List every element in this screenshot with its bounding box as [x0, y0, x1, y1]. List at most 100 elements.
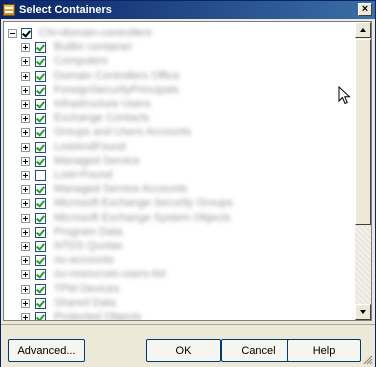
vertical-scrollbar[interactable]: [355, 22, 371, 320]
container-label: ou-resources-users-list: [54, 268, 166, 281]
scroll-up-icon: [360, 28, 366, 32]
close-button[interactable]: ×: [358, 3, 372, 16]
tree-node[interactable]: Groups and Users Accounts: [4, 126, 356, 139]
container-checkbox[interactable]: [35, 226, 46, 238]
expand-icon[interactable]: [21, 242, 30, 251]
container-label: ForeignSecurityPrincipals: [54, 83, 179, 96]
scroll-up-button[interactable]: [355, 22, 371, 38]
container-checkbox[interactable]: [35, 297, 46, 309]
scroll-down-button[interactable]: [355, 304, 371, 320]
container-label: LostAndFound: [54, 140, 126, 153]
expand-icon[interactable]: [21, 298, 30, 308]
container-label: Program Data: [54, 225, 123, 238]
expand-icon[interactable]: [21, 199, 30, 209]
container-label: Managed Service: [54, 154, 140, 167]
container-checkbox[interactable]: [35, 141, 46, 153]
container-label: Lost+Found: [54, 169, 113, 181]
tree-node[interactable]: ou-resources-users-list: [4, 268, 356, 281]
container-checkbox[interactable]: [35, 155, 46, 167]
container-checkbox[interactable]: [35, 269, 46, 281]
expand-icon[interactable]: [21, 57, 30, 67]
advanced-button[interactable]: Advanced...: [8, 339, 85, 362]
container-checkbox[interactable]: [35, 312, 46, 320]
container-label: Exchange Contacts: [54, 112, 150, 125]
expand-icon[interactable]: [21, 156, 30, 166]
tree-node[interactable]: Builtin container: [4, 41, 356, 54]
cancel-button[interactable]: Cancel: [221, 339, 296, 362]
container-checkbox[interactable]: [35, 283, 46, 295]
expand-icon[interactable]: [21, 171, 30, 180]
container-checkbox[interactable]: [35, 84, 46, 96]
expand-icon[interactable]: [21, 185, 30, 195]
container-checkbox[interactable]: [35, 170, 46, 181]
ok-button[interactable]: OK: [146, 339, 221, 362]
container-label: Microsoft Exchange System Objects: [54, 211, 231, 224]
container-checkbox[interactable]: [21, 28, 32, 39]
expand-icon[interactable]: [21, 213, 30, 223]
expand-icon[interactable]: [21, 114, 30, 124]
resize-grip-icon[interactable]: [361, 353, 373, 365]
container-checkbox[interactable]: [35, 241, 46, 252]
tree-node[interactable]: Lost+Found: [4, 169, 356, 182]
container-checkbox[interactable]: [35, 198, 46, 210]
container-label: TPM Devices: [54, 282, 120, 295]
tree-node[interactable]: Managed Service: [4, 155, 356, 168]
expand-icon[interactable]: [21, 284, 30, 294]
container-label: CN=domain-controllers: [39, 27, 152, 39]
container-label: Managed Service Accounts: [54, 183, 188, 196]
select-containers-dialog: Select Containers × CN=domain-controller…: [0, 0, 376, 367]
tree-node[interactable]: Managed Service Accounts: [4, 183, 356, 196]
container-label: ou-accounts: [54, 254, 114, 267]
container-label: Infrastructure Users: [54, 98, 151, 110]
expand-icon[interactable]: [21, 270, 30, 280]
container-checkbox[interactable]: [35, 56, 46, 68]
tree-node[interactable]: Microsoft Exchange Security Groups: [4, 197, 356, 210]
mouse-cursor-icon: [338, 86, 351, 105]
container-checkbox[interactable]: [35, 127, 46, 139]
container-checkbox[interactable]: [35, 42, 46, 54]
scroll-down-icon: [360, 310, 366, 314]
tree-node[interactable]: ou-accounts: [4, 254, 356, 267]
container-checkbox[interactable]: [35, 113, 46, 125]
expand-icon[interactable]: [21, 142, 30, 152]
tree-root-node[interactable]: CN=domain-controllers: [4, 27, 356, 40]
tree-node[interactable]: Computers: [4, 55, 356, 68]
expand-icon[interactable]: [21, 43, 30, 53]
expand-icon[interactable]: [21, 85, 30, 95]
container-label: NTDS Quotas: [54, 240, 123, 252]
container-checkbox[interactable]: [35, 255, 46, 267]
container-label: Computers: [54, 55, 108, 68]
tree-node[interactable]: Microsoft Exchange System Objects: [4, 212, 356, 225]
scroll-thumb[interactable]: [355, 39, 371, 225]
close-icon: ×: [361, 3, 369, 15]
tree-node[interactable]: Infrastructure Users: [4, 98, 356, 111]
tree-node[interactable]: NTDS Quotas: [4, 240, 356, 253]
expand-icon[interactable]: [21, 227, 30, 237]
tree-node[interactable]: Protected Objects: [4, 311, 356, 321]
expand-icon[interactable]: [21, 128, 30, 138]
help-button[interactable]: Help: [287, 339, 361, 362]
tree-node[interactable]: ForeignSecurityPrincipals: [4, 84, 356, 97]
tree-node[interactable]: Domain Controllers Office: [4, 70, 356, 83]
expand-icon[interactable]: [21, 100, 30, 109]
app-icon: [3, 4, 15, 16]
container-checkbox[interactable]: [35, 184, 46, 196]
container-checkbox[interactable]: [35, 99, 46, 110]
container-checkbox[interactable]: [35, 212, 46, 224]
container-checkbox[interactable]: [35, 70, 46, 82]
expand-icon[interactable]: [21, 256, 30, 266]
title-bar: Select Containers ×: [1, 1, 375, 19]
tree-node[interactable]: Shared Data: [4, 297, 356, 310]
tree-node[interactable]: Program Data: [4, 226, 356, 239]
container-label: Builtin container: [54, 41, 133, 54]
expand-icon[interactable]: [21, 313, 30, 320]
container-tree: CN=domain-controllers Builtin container Co…: [4, 22, 356, 320]
container-label: Protected Objects: [54, 311, 142, 321]
collapse-icon[interactable]: [8, 29, 17, 38]
tree-node[interactable]: TPM Devices: [4, 283, 356, 296]
expand-icon[interactable]: [21, 71, 30, 81]
container-label: Shared Data: [54, 296, 116, 309]
container-label: Domain Controllers Office: [54, 69, 180, 82]
tree-node[interactable]: LostAndFound: [4, 141, 356, 154]
tree-node[interactable]: Exchange Contacts: [4, 112, 356, 125]
